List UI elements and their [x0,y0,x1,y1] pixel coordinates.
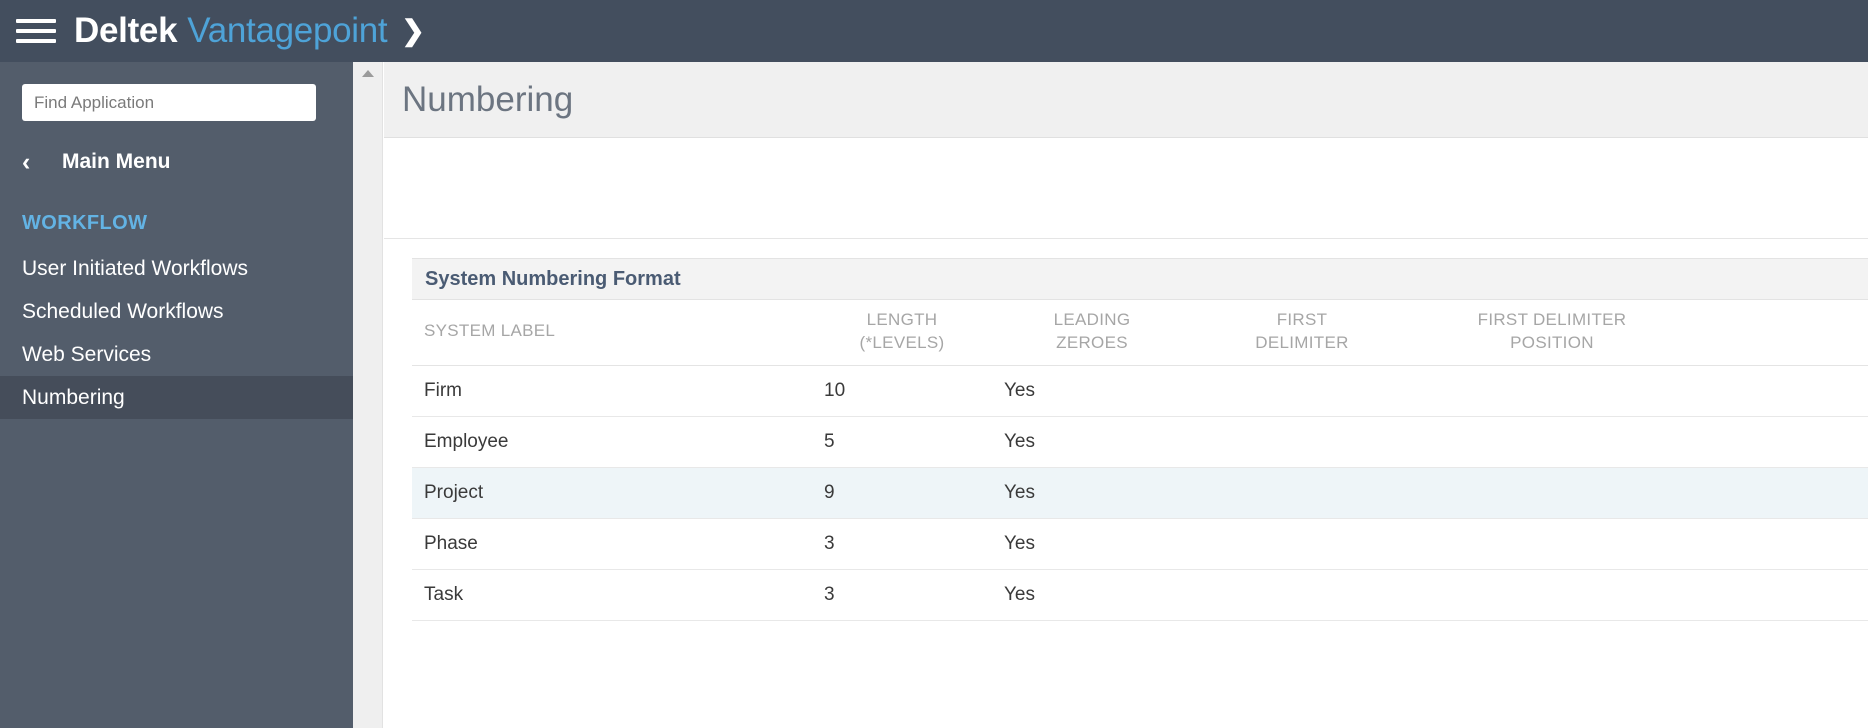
cell-first-delimiter [1192,416,1412,468]
toolbar-area [384,139,1868,239]
triangle-up-icon[interactable] [362,70,374,77]
column-header-line1: LENGTH [866,310,938,329]
hamburger-bar [16,39,56,43]
sidebar-section-workflow: WORKFLOW [22,212,148,234]
cell-system-label: Firm [412,365,812,417]
cell-spacer [1692,365,1868,417]
cell-first-delimiter [1192,569,1412,621]
table-body: Firm 10 Yes Employee 5 Yes Project 9 Yes… [412,365,1868,621]
table-head: SYSTEM LABEL LENGTH (*LEVELS) LEADING ZE… [412,300,1868,366]
sidebar-item-user-initiated-workflows[interactable]: User Initiated Workflows [0,247,353,290]
sidebar-item-label: User Initiated Workflows [22,256,249,280]
column-header-line2: ZEROES [1056,332,1128,352]
cell-spacer [1692,416,1868,468]
table-row[interactable]: Project 9 Yes [412,467,1868,519]
column-header-line1: FIRST DELIMITER [1477,310,1627,329]
cell-leading-zeroes: Yes [992,569,1192,621]
column-header-line2: POSITION [1510,332,1594,352]
cell-length: 9 [812,467,992,519]
column-header-leading-zeroes[interactable]: LEADING ZEROES [992,300,1192,366]
table-row[interactable]: Firm 10 Yes [412,365,1868,417]
column-header-spacer [1692,300,1868,366]
page-header: Numbering [384,62,1868,138]
cell-spacer [1692,467,1868,519]
brand-chevron-right-icon[interactable]: ❯ [401,14,424,47]
chevron-left-icon: ‹ [22,147,31,176]
page-title: Numbering [402,79,574,119]
column-header-line1: LEADING [1053,310,1131,329]
table-header-row: SYSTEM LABEL LENGTH (*LEVELS) LEADING ZE… [412,300,1868,366]
table-row[interactable]: Phase 3 Yes [412,518,1868,570]
cell-system-label: Task [412,569,812,621]
main-menu-back-button[interactable]: ‹ Main Menu [22,142,171,182]
column-header-line2: DELIMITER [1255,332,1349,352]
cell-system-label: Employee [412,416,812,468]
sidebar-item-numbering[interactable]: Numbering [0,376,353,419]
cell-leading-zeroes: Yes [992,518,1192,570]
sidebar: ‹ Main Menu WORKFLOW User Initiated Work… [0,62,353,728]
content-scroll-rail[interactable] [353,62,383,728]
cell-spacer [1692,518,1868,570]
table-row[interactable]: Employee 5 Yes [412,416,1868,468]
table-row[interactable]: Task 3 Yes [412,569,1868,621]
hamburger-icon[interactable] [16,16,56,46]
system-numbering-format-card: System Numbering Format SYSTEM LABEL LEN… [412,258,1868,621]
column-header-first-delimiter-position[interactable]: FIRST DELIMITER POSITION [1412,300,1692,366]
cell-first-delimiter-position [1412,467,1692,519]
cell-length: 3 [812,569,992,621]
card-title: System Numbering Format [425,267,681,290]
cell-length: 5 [812,416,992,468]
search-input[interactable] [22,84,316,121]
cell-system-label: Project [412,467,812,519]
brand-logo[interactable]: Deltek Vantagepoint ❯ [74,11,425,51]
sidebar-item-scheduled-workflows[interactable]: Scheduled Workflows [0,290,353,333]
column-header-line1: SYSTEM LABEL [424,321,556,341]
cell-first-delimiter-position [1412,569,1692,621]
column-header-system-label[interactable]: SYSTEM LABEL [412,300,812,366]
cell-system-label: Phase [412,518,812,570]
sidebar-item-label: Web Services [22,342,152,366]
system-numbering-format-table: SYSTEM LABEL LENGTH (*LEVELS) LEADING ZE… [412,300,1868,621]
brand-primary-text: Deltek [74,11,178,50]
brand-secondary-text: Vantagepoint [187,11,388,50]
hamburger-bar [16,29,56,33]
cell-first-delimiter-position [1412,365,1692,417]
cell-first-delimiter [1192,365,1412,417]
column-header-first-delimiter[interactable]: FIRST DELIMITER [1192,300,1412,366]
hamburger-bar [16,19,56,23]
cell-leading-zeroes: Yes [992,467,1192,519]
cell-first-delimiter-position [1412,416,1692,468]
cell-first-delimiter-position [1412,518,1692,570]
sidebar-nav-list: User Initiated Workflows Scheduled Workf… [0,247,353,419]
cell-length: 10 [812,365,992,417]
cell-first-delimiter [1192,467,1412,519]
sidebar-item-label: Numbering [22,385,125,409]
cell-length: 3 [812,518,992,570]
cell-first-delimiter [1192,518,1412,570]
column-header-line1: FIRST [1276,310,1328,329]
cell-spacer [1692,569,1868,621]
sidebar-item-web-services[interactable]: Web Services [0,333,353,376]
cell-leading-zeroes: Yes [992,365,1192,417]
sidebar-item-label: Scheduled Workflows [22,299,224,323]
card-header: System Numbering Format [412,258,1868,300]
main-menu-label: Main Menu [62,150,171,173]
app-header: Deltek Vantagepoint ❯ [0,0,1868,62]
cell-leading-zeroes: Yes [992,416,1192,468]
column-header-length[interactable]: LENGTH (*LEVELS) [812,300,992,366]
main-content: Numbering System Numbering Format SYSTEM… [384,62,1868,728]
column-header-line2: (*LEVELS) [859,332,945,352]
